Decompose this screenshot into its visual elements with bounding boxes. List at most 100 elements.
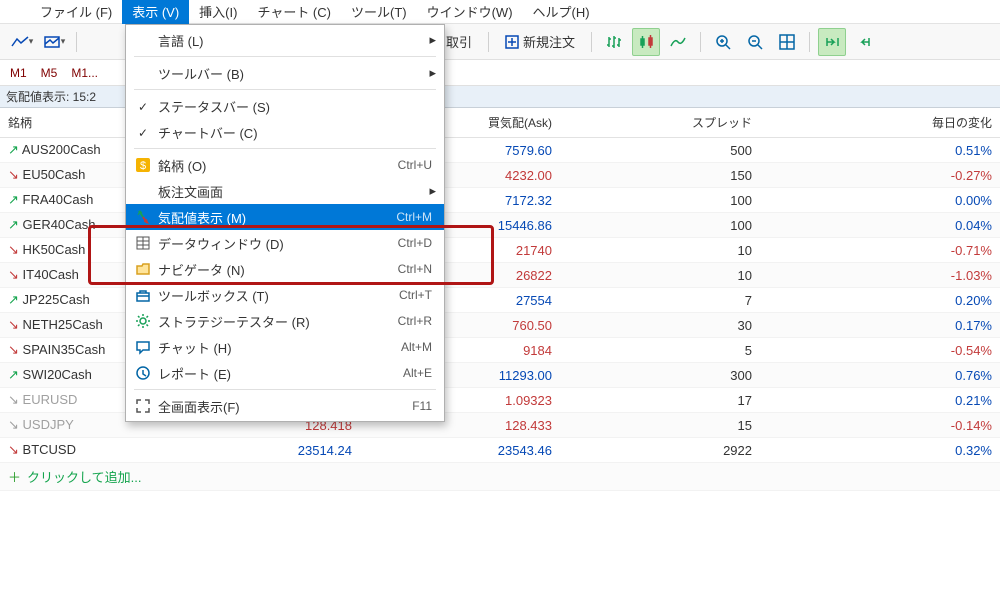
change-cell: 0.00%: [760, 188, 1000, 213]
tf-more[interactable]: M1...: [71, 66, 98, 80]
spread-cell: 10: [560, 238, 760, 263]
change-cell: 0.20%: [760, 288, 1000, 313]
menu-tools[interactable]: ツール(T): [341, 0, 417, 24]
col-change[interactable]: 毎日の変化: [760, 108, 1000, 138]
menu-item[interactable]: ナビゲータ (N)Ctrl+N: [126, 256, 444, 282]
menu-item[interactable]: レポート (E)Alt+E: [126, 360, 444, 386]
trend-arrow-icon: ↗: [8, 292, 19, 307]
trend-arrow-icon: ↘: [8, 317, 19, 332]
menu-window[interactable]: ウインドウ(W): [417, 0, 523, 24]
toolbar-sep: [809, 32, 810, 52]
menu-item-shortcut: Alt+M: [401, 340, 432, 354]
menu-item[interactable]: 言語 (L)▸: [126, 27, 444, 53]
menu-item-icon: [132, 209, 154, 225]
col-spread[interactable]: スプレッド: [560, 108, 760, 138]
menu-item-shortcut: F11: [412, 399, 432, 413]
change-cell: 0.51%: [760, 138, 1000, 163]
menu-item-label: ツールボックス (T): [154, 286, 399, 305]
menu-item-icon: $: [132, 157, 154, 173]
menu-item-label: ツールバー (B): [154, 64, 432, 83]
menu-item-icon: [132, 287, 154, 303]
symbol-cell: ↘ BTCUSD: [0, 438, 160, 463]
spread-cell: 30: [560, 313, 760, 338]
menu-item[interactable]: データウィンドウ (D)Ctrl+D: [126, 230, 444, 256]
tf-m1[interactable]: M1: [10, 66, 27, 80]
menu-item-icon: [132, 313, 154, 329]
menu-item[interactable]: ツールバー (B)▸: [126, 60, 444, 86]
trend-arrow-icon: ↘: [8, 417, 19, 432]
table-row[interactable]: ↘ BTCUSD23514.2423543.4629220.32%: [0, 438, 1000, 463]
zoom-out-icon[interactable]: [741, 28, 769, 56]
spread-cell: 100: [560, 213, 760, 238]
menu-file[interactable]: ファイル (F): [30, 0, 122, 24]
menu-item-shortcut: Ctrl+N: [398, 262, 432, 276]
grid-icon[interactable]: [773, 28, 801, 56]
trend-arrow-icon: ↗: [8, 217, 19, 232]
add-symbol-row[interactable]: ＋クリックして追加...: [0, 463, 1000, 491]
menu-item[interactable]: ステータスバー (S): [126, 93, 444, 119]
menubar: ファイル (F) 表示 (V) 挿入(I) チャート (C) ツール(T) ウイ…: [0, 0, 1000, 24]
menu-item-label: ナビゲータ (N): [154, 260, 398, 279]
trend-arrow-icon: ↗: [8, 192, 19, 207]
shift-end-icon[interactable]: [818, 28, 846, 56]
submenu-arrow-icon: ▸: [429, 65, 436, 81]
menu-item-label: ステータスバー (S): [154, 97, 432, 116]
bars-icon[interactable]: [600, 28, 628, 56]
zoom-in-icon[interactable]: [709, 28, 737, 56]
menu-item-label: チャット (H): [154, 338, 401, 357]
check-icon: [138, 125, 148, 140]
menu-item-icon: [132, 235, 154, 251]
trend-arrow-icon: ↘: [8, 267, 19, 282]
menu-view[interactable]: 表示 (V): [122, 0, 189, 24]
view-menu-dropdown: 言語 (L)▸ツールバー (B)▸ステータスバー (S)チャートバー (C)$銘…: [125, 24, 445, 422]
menu-item-icon: [132, 398, 154, 414]
tf-m5[interactable]: M5: [41, 66, 58, 80]
menu-item-label: 言語 (L): [154, 31, 432, 50]
menu-item[interactable]: 全画面表示(F)F11: [126, 393, 444, 419]
menu-item-label: データウィンドウ (D): [154, 234, 398, 253]
menu-insert[interactable]: 挿入(I): [189, 0, 247, 24]
menu-item-icon: [132, 365, 154, 381]
trend-arrow-icon: ↘: [8, 242, 19, 257]
candles-icon[interactable]: [632, 28, 660, 56]
trend-arrow-icon: ↗: [8, 367, 19, 382]
line-icon[interactable]: [664, 28, 692, 56]
menu-item-icon: [132, 339, 154, 355]
menu-item[interactable]: チャートバー (C): [126, 119, 444, 145]
change-cell: 0.21%: [760, 388, 1000, 413]
trend-arrow-icon: ↘: [8, 392, 19, 407]
plus-icon: ＋: [8, 470, 21, 485]
spread-cell: 10: [560, 263, 760, 288]
menu-item-shortcut: Alt+E: [403, 366, 432, 380]
trend-arrow-icon: ↗: [8, 142, 19, 157]
menu-item[interactable]: ストラテジーテスター (R)Ctrl+R: [126, 308, 444, 334]
toolbar-sep: [76, 32, 77, 52]
trend-arrow-icon: ↘: [8, 442, 19, 457]
spread-cell: 150: [560, 163, 760, 188]
new-order-button[interactable]: 新規注文: [497, 32, 583, 51]
line-chart-icon[interactable]: ▾: [8, 28, 36, 56]
menu-item[interactable]: ツールボックス (T)Ctrl+T: [126, 282, 444, 308]
trend-arrow-icon: ↘: [8, 167, 19, 182]
menu-item-label: 銘柄 (O): [154, 156, 398, 175]
menu-item[interactable]: $銘柄 (O)Ctrl+U: [126, 152, 444, 178]
change-cell: -1.03%: [760, 263, 1000, 288]
menu-separator: [134, 89, 436, 90]
menu-chart[interactable]: チャート (C): [247, 0, 341, 24]
spread-cell: 15: [560, 413, 760, 438]
menu-item-label: チャートバー (C): [154, 123, 432, 142]
menu-help[interactable]: ヘルプ(H): [523, 0, 600, 24]
app-icon: [6, 4, 26, 20]
menu-item[interactable]: 気配値表示 (M)Ctrl+M: [126, 204, 444, 230]
change-cell: -0.54%: [760, 338, 1000, 363]
auto-scroll-icon[interactable]: [850, 28, 878, 56]
submenu-arrow-icon: ▸: [429, 32, 436, 48]
menu-item-shortcut: Ctrl+D: [398, 236, 432, 250]
menu-item[interactable]: チャット (H)Alt+M: [126, 334, 444, 360]
toolbar-sep: [700, 32, 701, 52]
menu-item-icon: [132, 125, 154, 140]
menu-item-label: 全画面表示(F): [154, 397, 412, 416]
menu-item[interactable]: 板注文画面▸: [126, 178, 444, 204]
menu-item-shortcut: Ctrl+M: [396, 210, 432, 224]
indicator-icon[interactable]: ▾: [40, 28, 68, 56]
